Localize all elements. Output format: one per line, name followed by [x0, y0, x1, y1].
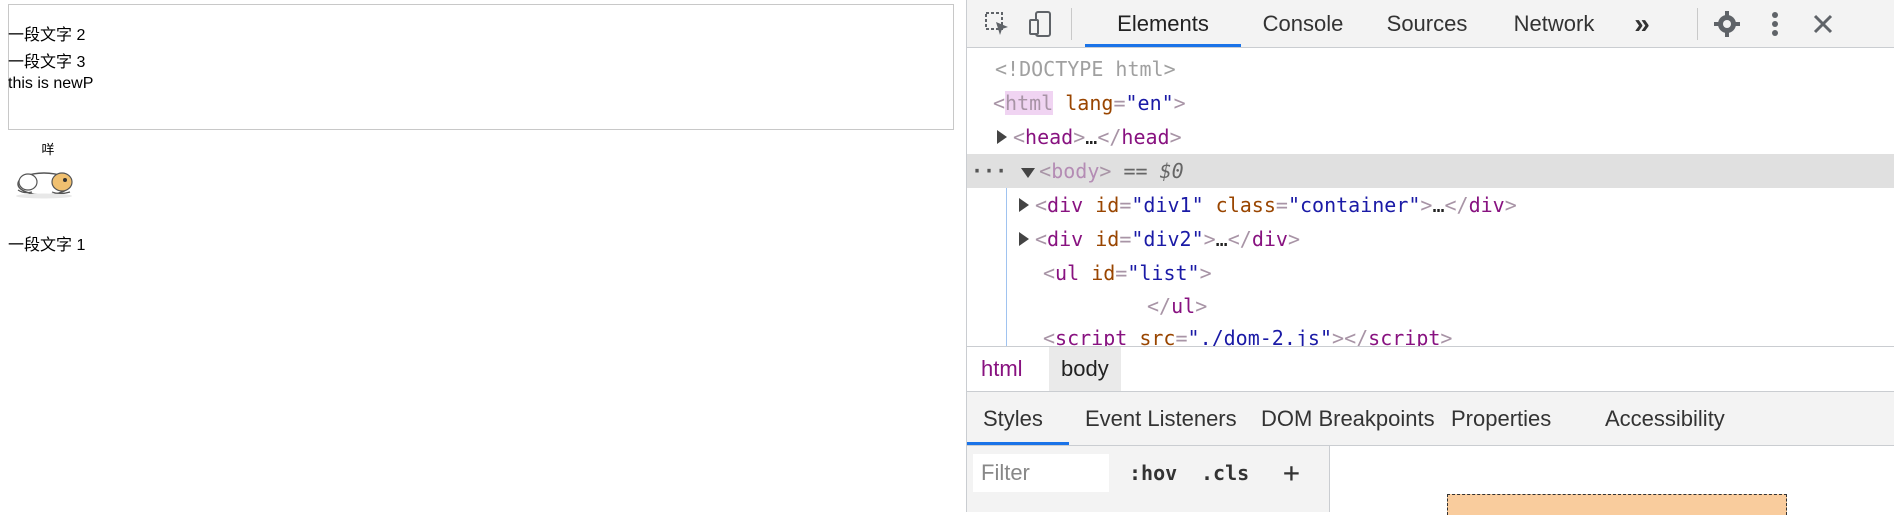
toolbar-divider-2 [1697, 8, 1698, 40]
tab-accessibility[interactable]: Accessibility [1605, 392, 1725, 445]
settings-gear-icon[interactable] [1711, 8, 1743, 40]
box-model-pane [1330, 446, 1894, 515]
styles-filter-input[interactable] [973, 454, 1109, 492]
row-options-icon[interactable]: ··· [971, 159, 1007, 183]
dom-div2-node[interactable]: <div id="div2">…</div> [1019, 222, 1300, 256]
tab-event-listeners[interactable]: Event Listeners [1085, 392, 1237, 445]
more-tabs-icon: » [1634, 8, 1650, 39]
tab-sources-label: Sources [1386, 11, 1468, 36]
dom-div1-node[interactable]: <div id="div1" class="container">…</div> [1019, 188, 1517, 222]
styles-tab-indicator [967, 442, 1069, 445]
tab-elements-label: Elements [1117, 11, 1209, 36]
devtools-toolbar: Elements Console Sources Network » [967, 0, 1894, 48]
dom-ul-node[interactable]: <ul id="list"> [1043, 256, 1212, 290]
script-tag: script [1055, 326, 1128, 346]
breadcrumb-body[interactable]: body [1049, 347, 1121, 391]
tab-network-label: Network [1513, 11, 1595, 36]
tab-elements[interactable]: Elements [1085, 0, 1241, 47]
tab-event-listeners-label: Event Listeners [1085, 406, 1237, 431]
div1-id-attr: id [1095, 193, 1120, 217]
dom-head-node[interactable]: <head>…</head> [997, 120, 1182, 154]
device-toolbar-icon[interactable] [1025, 8, 1057, 40]
more-options-icon[interactable] [1759, 8, 1791, 40]
ul-close-tag: ul [1171, 294, 1196, 318]
tab-console-label: Console [1262, 11, 1344, 36]
close-devtools-icon[interactable] [1807, 8, 1839, 40]
tab-network[interactable]: Network [1489, 0, 1619, 47]
new-style-rule-button[interactable]: + [1283, 454, 1300, 492]
active-tab-indicator [1085, 44, 1241, 47]
ul-tag: ul [1055, 261, 1080, 285]
div2-tag: div [1047, 227, 1084, 251]
dom-doctype[interactable]: <!DOCTYPE html> [995, 52, 1176, 86]
page-viewport: 一段文字 2 一段文字 3 this is newP 咩 一段文字 1 [0, 0, 966, 512]
tab-sources[interactable]: Sources [1365, 0, 1489, 47]
div2-close-tag: div [1251, 227, 1288, 251]
devtools-panel: Elements Console Sources Network » <!DOC… [966, 0, 1894, 515]
div1-class-value: container [1299, 193, 1409, 217]
div2-id-value: div2 [1143, 227, 1192, 251]
collapse-body-icon[interactable] [1021, 168, 1036, 178]
dom-body-node[interactable]: ··· <body> == $0 [971, 154, 1184, 188]
sheep-image-caption: 咩 [41, 143, 54, 158]
inspect-element-icon[interactable] [981, 8, 1013, 40]
expand-div1-icon[interactable] [1019, 198, 1029, 212]
tab-properties[interactable]: Properties [1451, 392, 1551, 445]
breadcrumb-html[interactable]: html [969, 347, 1035, 391]
indent-guide [1006, 188, 1007, 346]
head-ellipsis: … [1085, 125, 1098, 149]
expand-head-icon[interactable] [997, 130, 1007, 144]
div1-id-value: div1 [1143, 193, 1192, 217]
ul-id-value: list [1139, 261, 1188, 285]
dom-tree: <!DOCTYPE html> <html lang="en"> <head>…… [967, 48, 1894, 346]
styles-tabs: Styles Event Listeners DOM Breakpoints P… [967, 392, 1894, 446]
tab-styles-label: Styles [983, 406, 1043, 431]
paragraph-2: 一段文字 2 [8, 27, 86, 44]
dom-script-node[interactable]: <script src="./dom-2.js"></script> [1043, 321, 1452, 346]
selected-node-marker: == $0 [1111, 159, 1184, 183]
class-toggle[interactable]: .cls [1201, 454, 1249, 492]
breadcrumb: html body [967, 346, 1894, 392]
div1-tag: div [1047, 193, 1084, 217]
styles-toolbar: :hov .cls + [967, 446, 1330, 512]
tab-dom-breakpoints-label: DOM Breakpoints [1261, 406, 1435, 431]
sheep-image: 咩 [8, 140, 84, 202]
tab-accessibility-label: Accessibility [1605, 406, 1725, 431]
tab-console[interactable]: Console [1241, 0, 1365, 47]
head-tag: head [1025, 125, 1074, 149]
div1-class-attr: class [1215, 193, 1276, 217]
html-tag-name: html [1005, 91, 1054, 115]
div1-close-tag: div [1468, 193, 1505, 217]
toolbar-divider [1071, 8, 1072, 40]
script-close-tag: script [1368, 326, 1441, 346]
script-src-attr: src [1139, 326, 1176, 346]
ul-id-attr: id [1091, 261, 1116, 285]
hover-state-toggle[interactable]: :hov [1129, 454, 1177, 492]
dom-ul-close[interactable]: </ul> [1147, 289, 1207, 323]
expand-div2-icon[interactable] [1019, 232, 1029, 246]
div1-container [8, 4, 954, 130]
tab-styles[interactable]: Styles [983, 392, 1043, 445]
paragraph-3: 一段文字 3 [8, 54, 86, 71]
lang-value: en [1137, 91, 1162, 115]
div2-id-attr: id [1095, 227, 1120, 251]
doctype-text: <!DOCTYPE html> [995, 57, 1176, 81]
paragraph-new: this is newP [8, 75, 94, 92]
dom-html-node[interactable]: <html lang="en"> [993, 86, 1186, 120]
paragraph-1: 一段文字 1 [8, 237, 86, 254]
tab-dom-breakpoints[interactable]: DOM Breakpoints [1261, 392, 1435, 445]
tab-properties-label: Properties [1451, 406, 1552, 431]
head-close-tag: head [1121, 125, 1170, 149]
body-tag: body [1051, 159, 1100, 183]
script-src-link[interactable]: ./dom-2.js [1200, 326, 1320, 346]
more-tabs-button[interactable]: » [1619, 0, 1665, 47]
lang-attr: lang [1065, 91, 1114, 115]
